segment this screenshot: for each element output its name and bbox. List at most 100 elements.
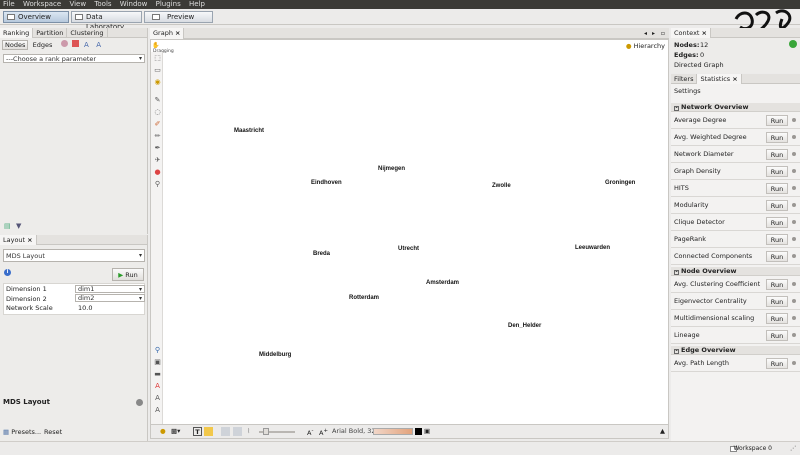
preview-tab[interactable]: Preview [144, 11, 213, 23]
slider-handle[interactable] [263, 428, 269, 435]
menu-help[interactable]: Help [189, 0, 205, 8]
sizer-icon[interactable]: ◌ [153, 108, 162, 117]
nodes-subtab[interactable]: Nodes [2, 40, 29, 50]
tab-partition[interactable]: Partition [33, 28, 68, 38]
scroll-left-icon[interactable]: ◂ [644, 28, 647, 39]
menu-window[interactable]: Window [120, 0, 148, 8]
edge-scale-icon[interactable]: ⌇ [247, 425, 250, 438]
size-ranking-icon[interactable] [71, 40, 79, 47]
filter-icon[interactable]: ▼ [16, 222, 21, 230]
font-icon[interactable]: A [153, 406, 162, 415]
rank-parameter-select[interactable]: ---Choose a rank parameter ▾ [3, 54, 145, 63]
pencil-icon[interactable]: ✏ [153, 132, 162, 141]
run-button[interactable]: Run [766, 296, 788, 307]
brush-icon[interactable]: ✐ [153, 120, 162, 129]
run-button[interactable]: Run [766, 279, 788, 290]
maximize-icon[interactable]: ▫ [661, 28, 665, 39]
reset-button[interactable]: Reset [44, 428, 62, 436]
data-laboratory-tab[interactable]: Data Laboratory [71, 11, 142, 31]
info-icon[interactable] [792, 282, 796, 286]
dimension2-select[interactable]: dim2 ▾ [75, 294, 145, 302]
dimension1-select[interactable]: dim1 ▾ [75, 285, 145, 293]
info-icon[interactable] [792, 299, 796, 303]
run-button[interactable]: Run [766, 200, 788, 211]
close-icon[interactable]: × [27, 236, 32, 244]
node-label[interactable]: Breda [313, 251, 330, 257]
node-label[interactable]: Rotterdam [349, 295, 379, 301]
edge-toggle[interactable] [221, 427, 230, 436]
drag-icon[interactable]: ◉ [153, 78, 162, 87]
background-menu-icon[interactable]: ▩▾ [171, 425, 180, 438]
info-icon[interactable]: i [4, 269, 11, 276]
node-label[interactable]: Groningen [605, 180, 635, 186]
font-color-icon[interactable]: A [153, 382, 162, 391]
info-icon[interactable] [792, 169, 796, 173]
info-icon[interactable] [792, 316, 796, 320]
run-button[interactable]: Run [766, 132, 788, 143]
graph-canvas[interactable]: ✋ Dragging ● Hierarchy Maastricht Nijmeg… [150, 39, 669, 425]
tab-graph[interactable]: Graph × [150, 28, 185, 39]
close-icon[interactable]: × [175, 29, 180, 37]
run-button[interactable]: Run [766, 217, 788, 228]
node-label[interactable]: Utrecht [398, 246, 419, 252]
section-edge-overview[interactable]: - Edge Overview [671, 346, 800, 355]
rect-select-icon[interactable]: ▭ [153, 66, 162, 75]
painter-icon[interactable]: ✎ [153, 96, 162, 105]
help-icon[interactable] [136, 399, 143, 406]
info-icon[interactable] [792, 220, 796, 224]
info-icon[interactable] [792, 254, 796, 258]
run-button[interactable]: Run [766, 115, 788, 126]
info-icon[interactable] [792, 152, 796, 156]
run-button[interactable]: Run [766, 166, 788, 177]
run-button[interactable]: Run [766, 183, 788, 194]
edge-thickness-icon[interactable]: ▬ [153, 370, 162, 379]
hierarchy-button[interactable]: ● Hierarchy [626, 42, 665, 50]
tab-statistics[interactable]: Statistics × [697, 74, 742, 84]
run-layout-button[interactable]: ▶ Run [112, 268, 144, 281]
expand-icon[interactable]: ▲ [660, 425, 665, 438]
run-button[interactable]: Run [766, 358, 788, 369]
node-label[interactable]: Amsterdam [426, 280, 459, 286]
section-network-overview[interactable]: - Network Overview [671, 103, 800, 112]
menu-tools[interactable]: Tools [94, 0, 111, 8]
label-size-slider[interactable] [373, 428, 413, 435]
edge-color-toggle[interactable] [233, 427, 242, 436]
edit-icon[interactable]: ⚲ [153, 180, 162, 189]
edge-pencil-icon[interactable]: ✒ [153, 144, 162, 153]
overview-tab[interactable]: Overview [3, 11, 69, 23]
layout-algorithm-select[interactable]: MDS Layout ▾ [3, 249, 145, 262]
settings-button[interactable]: Settings [674, 87, 701, 95]
tab-layout[interactable]: Layout × [0, 235, 37, 245]
label-color-swatch[interactable] [415, 428, 422, 435]
tab-context[interactable]: Context × [671, 28, 711, 38]
shortest-path-icon[interactable]: ✈ [153, 156, 162, 165]
run-button[interactable]: Run [766, 251, 788, 262]
node-label[interactable]: Middelburg [259, 352, 291, 358]
info-icon[interactable] [792, 203, 796, 207]
section-node-overview[interactable]: - Node Overview [671, 267, 800, 276]
label-settings-icon[interactable]: ▣ [424, 425, 430, 438]
close-icon[interactable]: × [732, 75, 737, 83]
run-button[interactable]: Run [766, 313, 788, 324]
info-icon[interactable] [792, 237, 796, 241]
menu-plugins[interactable]: Plugins [156, 0, 181, 8]
tab-ranking[interactable]: Ranking [0, 28, 34, 38]
node-label[interactable]: Leeuwarden [575, 245, 610, 251]
node-label[interactable]: Den_Helder [508, 323, 541, 329]
font-name-label[interactable]: Arial Bold, 32 [332, 425, 376, 438]
info-icon[interactable] [792, 118, 796, 122]
edges-subtab[interactable]: Edges [31, 41, 55, 51]
label-color-icon[interactable]: A [84, 42, 91, 49]
run-button[interactable]: Run [766, 330, 788, 341]
tab-clustering[interactable]: Clustering [67, 28, 108, 38]
run-button[interactable]: Run [766, 234, 788, 245]
heat-map-icon[interactable]: ● [153, 168, 162, 177]
font-size-icon[interactable]: A [153, 394, 162, 403]
font-size-decrease-icon[interactable]: A- [307, 425, 313, 440]
refresh-icon[interactable] [789, 40, 797, 48]
node-label[interactable]: Eindhoven [311, 180, 342, 186]
menu-file[interactable]: File [3, 0, 15, 8]
label-size-icon[interactable]: A [96, 42, 103, 49]
network-scale-value[interactable]: 10.0 [78, 304, 92, 312]
info-icon[interactable] [792, 186, 796, 190]
